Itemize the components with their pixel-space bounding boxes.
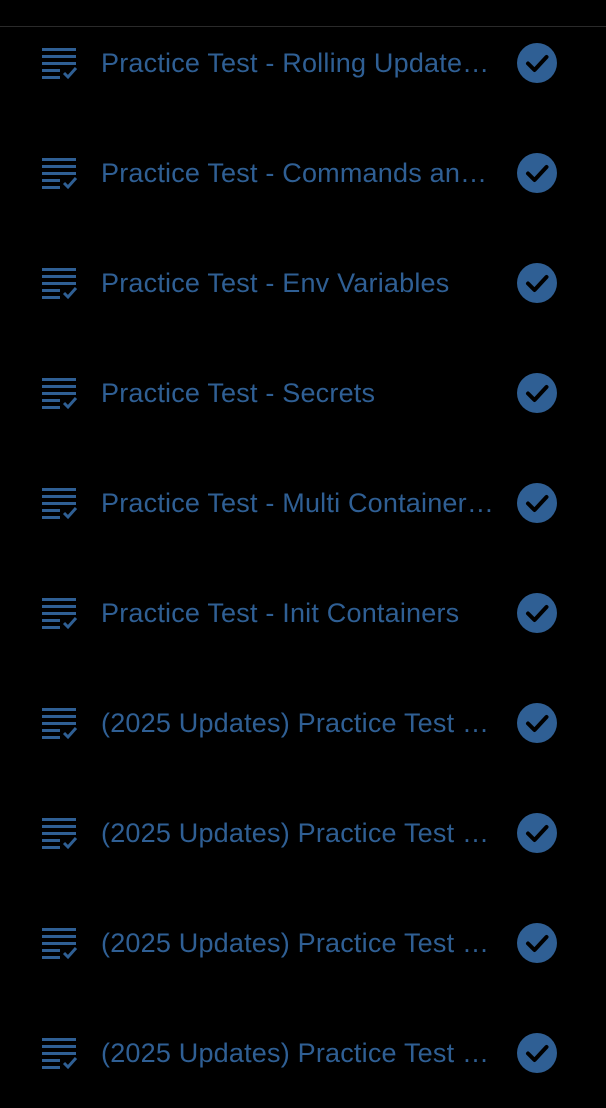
lesson-title: Practice Test - Secrets xyxy=(101,378,376,408)
lesson-title: (2025 Updates) Practice Test - Admission… xyxy=(101,1038,496,1068)
lesson-item[interactable]: (2025 Updates) Practice Test - Vertical … xyxy=(0,888,606,998)
checklist-icon xyxy=(40,485,78,521)
checklist-icon xyxy=(40,1035,78,1071)
checklist-icon xyxy=(40,815,78,851)
checklist-icon xyxy=(40,375,78,411)
checklist-icon xyxy=(40,45,78,81)
lesson-item[interactable]: Practice Test - Multi Container Pods xyxy=(0,448,606,558)
checklist-icon xyxy=(40,705,78,741)
lesson-item[interactable]: Practice Test - Commands and Arguments xyxy=(0,118,606,228)
lesson-item[interactable]: Practice Test - Rolling Updates and Roll… xyxy=(0,8,606,118)
checklist-icon xyxy=(40,925,78,961)
lesson-item[interactable]: Practice Test - Secrets xyxy=(0,338,606,448)
check-circle-icon xyxy=(517,813,557,853)
lesson-title: (2025 Updates) Practice Test - Horizonta… xyxy=(101,708,496,738)
check-circle-icon xyxy=(517,703,557,743)
checklist-icon xyxy=(40,595,78,631)
check-circle-icon xyxy=(517,373,557,413)
check-circle-icon xyxy=(517,483,557,523)
check-circle-icon xyxy=(517,923,557,963)
lesson-title: (2025 Updates) Practice Test - In-place … xyxy=(101,818,496,848)
lesson-title: (2025 Updates) Practice Test - Vertical … xyxy=(101,928,496,958)
lesson-title: Practice Test - Env Variables xyxy=(101,268,450,298)
lesson-title: Practice Test - Init Containers xyxy=(101,598,460,628)
lesson-title: Practice Test - Multi Container Pods xyxy=(101,488,496,518)
check-circle-icon xyxy=(517,43,557,83)
lesson-item[interactable]: Practice Test - Init Containers xyxy=(0,558,606,668)
check-circle-icon xyxy=(517,593,557,633)
lesson-item[interactable]: (2025 Updates) Practice Test - Admission… xyxy=(0,998,606,1108)
checklist-icon xyxy=(40,265,78,301)
check-circle-icon xyxy=(517,263,557,303)
lesson-item[interactable]: Practice Test - Env Variables xyxy=(0,228,606,338)
check-circle-icon xyxy=(517,1033,557,1073)
lesson-list: Practice Test - Rolling Updates and Roll… xyxy=(0,8,606,1108)
lesson-title: Practice Test - Rolling Updates and Roll… xyxy=(101,48,496,78)
lesson-item[interactable]: (2025 Updates) Practice Test - Horizonta… xyxy=(0,668,606,778)
check-circle-icon xyxy=(517,153,557,193)
lesson-item[interactable]: (2025 Updates) Practice Test - In-place … xyxy=(0,778,606,888)
lesson-title: Practice Test - Commands and Arguments xyxy=(101,158,496,188)
checklist-icon xyxy=(40,155,78,191)
